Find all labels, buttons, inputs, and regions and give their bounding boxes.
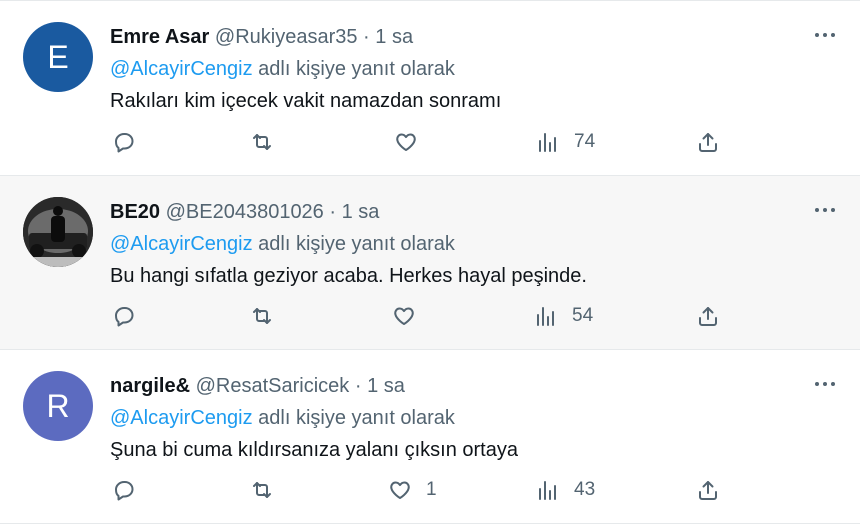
author-handle[interactable]: @ResatSaricicek [196, 375, 350, 397]
like-button[interactable] [392, 301, 430, 331]
avatar[interactable] [23, 197, 93, 267]
like-count: 1 [426, 479, 437, 500]
heart-icon [396, 133, 416, 151]
reply-mention-link[interactable]: @AlcayirCengiz [110, 58, 253, 80]
tweet-actions: 74 [110, 127, 840, 157]
avatar[interactable]: R [23, 371, 93, 441]
tweet[interactable]: E Emre Asar @Rukiyeasar35 · 1 sa @Alcayi… [0, 0, 860, 176]
more-icon[interactable] [812, 200, 838, 220]
views-button[interactable]: 43 [536, 475, 595, 505]
view-count: 74 [574, 131, 596, 152]
reply-button[interactable] [112, 301, 136, 331]
like-button[interactable]: 1 [388, 475, 437, 505]
tweet-header: nargile& @ResatSaricicek · 1 sa [110, 370, 840, 402]
retweet-button[interactable] [250, 301, 274, 331]
retweet-button[interactable] [250, 475, 274, 505]
views-button[interactable]: 74 [536, 127, 595, 157]
retweet-icon [253, 308, 271, 324]
reply-icon [115, 481, 134, 501]
retweet-icon [253, 134, 271, 150]
avatar[interactable]: E [23, 22, 93, 92]
author-name[interactable]: Emre Asar [110, 26, 209, 48]
timestamp[interactable]: 1 sa [367, 375, 405, 397]
share-button[interactable] [696, 301, 720, 331]
reply-button[interactable] [112, 127, 136, 157]
avatar-photo-icon [23, 197, 93, 267]
view-count: 43 [574, 479, 596, 500]
tweet-text: Şuna bi cuma kıldırsanıza yalanı çıksın … [110, 439, 518, 461]
reply-button[interactable] [112, 475, 136, 505]
tweet[interactable]: BE20 @BE2043801026 · 1 sa @AlcayirCengiz… [0, 176, 860, 350]
views-icon [537, 307, 554, 326]
reply-context: @AlcayirCengiz adlı kişiye yanıt olarak [110, 228, 840, 260]
reply-context-text: adlı kişiye yanıt olarak [258, 233, 455, 255]
view-count: 54 [572, 305, 594, 326]
separator: · [329, 201, 337, 223]
share-icon [699, 481, 717, 500]
tweet-text: Rakıları kim içecek vakit namazdan sonra… [110, 90, 502, 112]
separator: · [363, 26, 370, 48]
reply-context: @AlcayirCengiz adlı kişiye yanıt olarak [110, 402, 840, 434]
tweet-text: Bu hangi sıfatla geziyor acaba. Herkes h… [110, 265, 587, 287]
tweet-actions: 54 [110, 301, 840, 331]
views-icon [539, 133, 556, 152]
reply-context: @AlcayirCengiz adlı kişiye yanıt olarak [110, 53, 840, 85]
reply-context-text: adlı kişiye yanıt olarak [258, 407, 455, 429]
more-icon[interactable] [812, 25, 838, 45]
tweet[interactable]: R nargile& @ResatSaricicek · 1 sa @Alcay… [0, 350, 860, 524]
like-button[interactable] [394, 127, 432, 157]
reply-icon [115, 133, 134, 153]
avatar-letter: R [46, 387, 70, 424]
heart-icon [394, 307, 414, 325]
retweet-icon [253, 482, 271, 498]
views-button[interactable]: 54 [534, 301, 593, 331]
share-button[interactable] [696, 127, 720, 157]
author-handle[interactable]: @BE2043801026 [166, 201, 324, 223]
reply-feed: E Emre Asar @Rukiyeasar35 · 1 sa @Alcayi… [0, 0, 860, 524]
author-name[interactable]: nargile& [110, 375, 190, 397]
avatar-letter: E [47, 38, 69, 75]
share-icon [699, 307, 717, 326]
heart-icon [390, 481, 410, 499]
separator: · [354, 375, 362, 397]
tweet-header: BE20 @BE2043801026 · 1 sa [110, 196, 840, 228]
reply-icon [115, 307, 134, 327]
share-icon [699, 133, 717, 152]
author-handle[interactable]: @Rukiyeasar35 [215, 26, 358, 48]
reply-mention-link[interactable]: @AlcayirCengiz [110, 233, 253, 255]
views-icon [539, 481, 556, 500]
tweet-actions: 1 43 [110, 475, 840, 505]
author-name[interactable]: BE20 [110, 201, 160, 223]
timestamp[interactable]: 1 sa [342, 201, 380, 223]
tweet-content: BE20 @BE2043801026 · 1 sa @AlcayirCengiz… [110, 196, 840, 292]
retweet-button[interactable] [250, 127, 274, 157]
reply-context-text: adlı kişiye yanıt olarak [258, 58, 455, 80]
share-button[interactable] [696, 475, 720, 505]
more-icon[interactable] [812, 374, 838, 394]
tweet-header: Emre Asar @Rukiyeasar35 · 1 sa [110, 21, 840, 53]
reply-mention-link[interactable]: @AlcayirCengiz [110, 407, 253, 429]
tweet-content: nargile& @ResatSaricicek · 1 sa @Alcayir… [110, 370, 840, 466]
tweet-content: Emre Asar @Rukiyeasar35 · 1 sa @AlcayirC… [110, 21, 840, 117]
timestamp[interactable]: 1 sa [375, 26, 413, 48]
